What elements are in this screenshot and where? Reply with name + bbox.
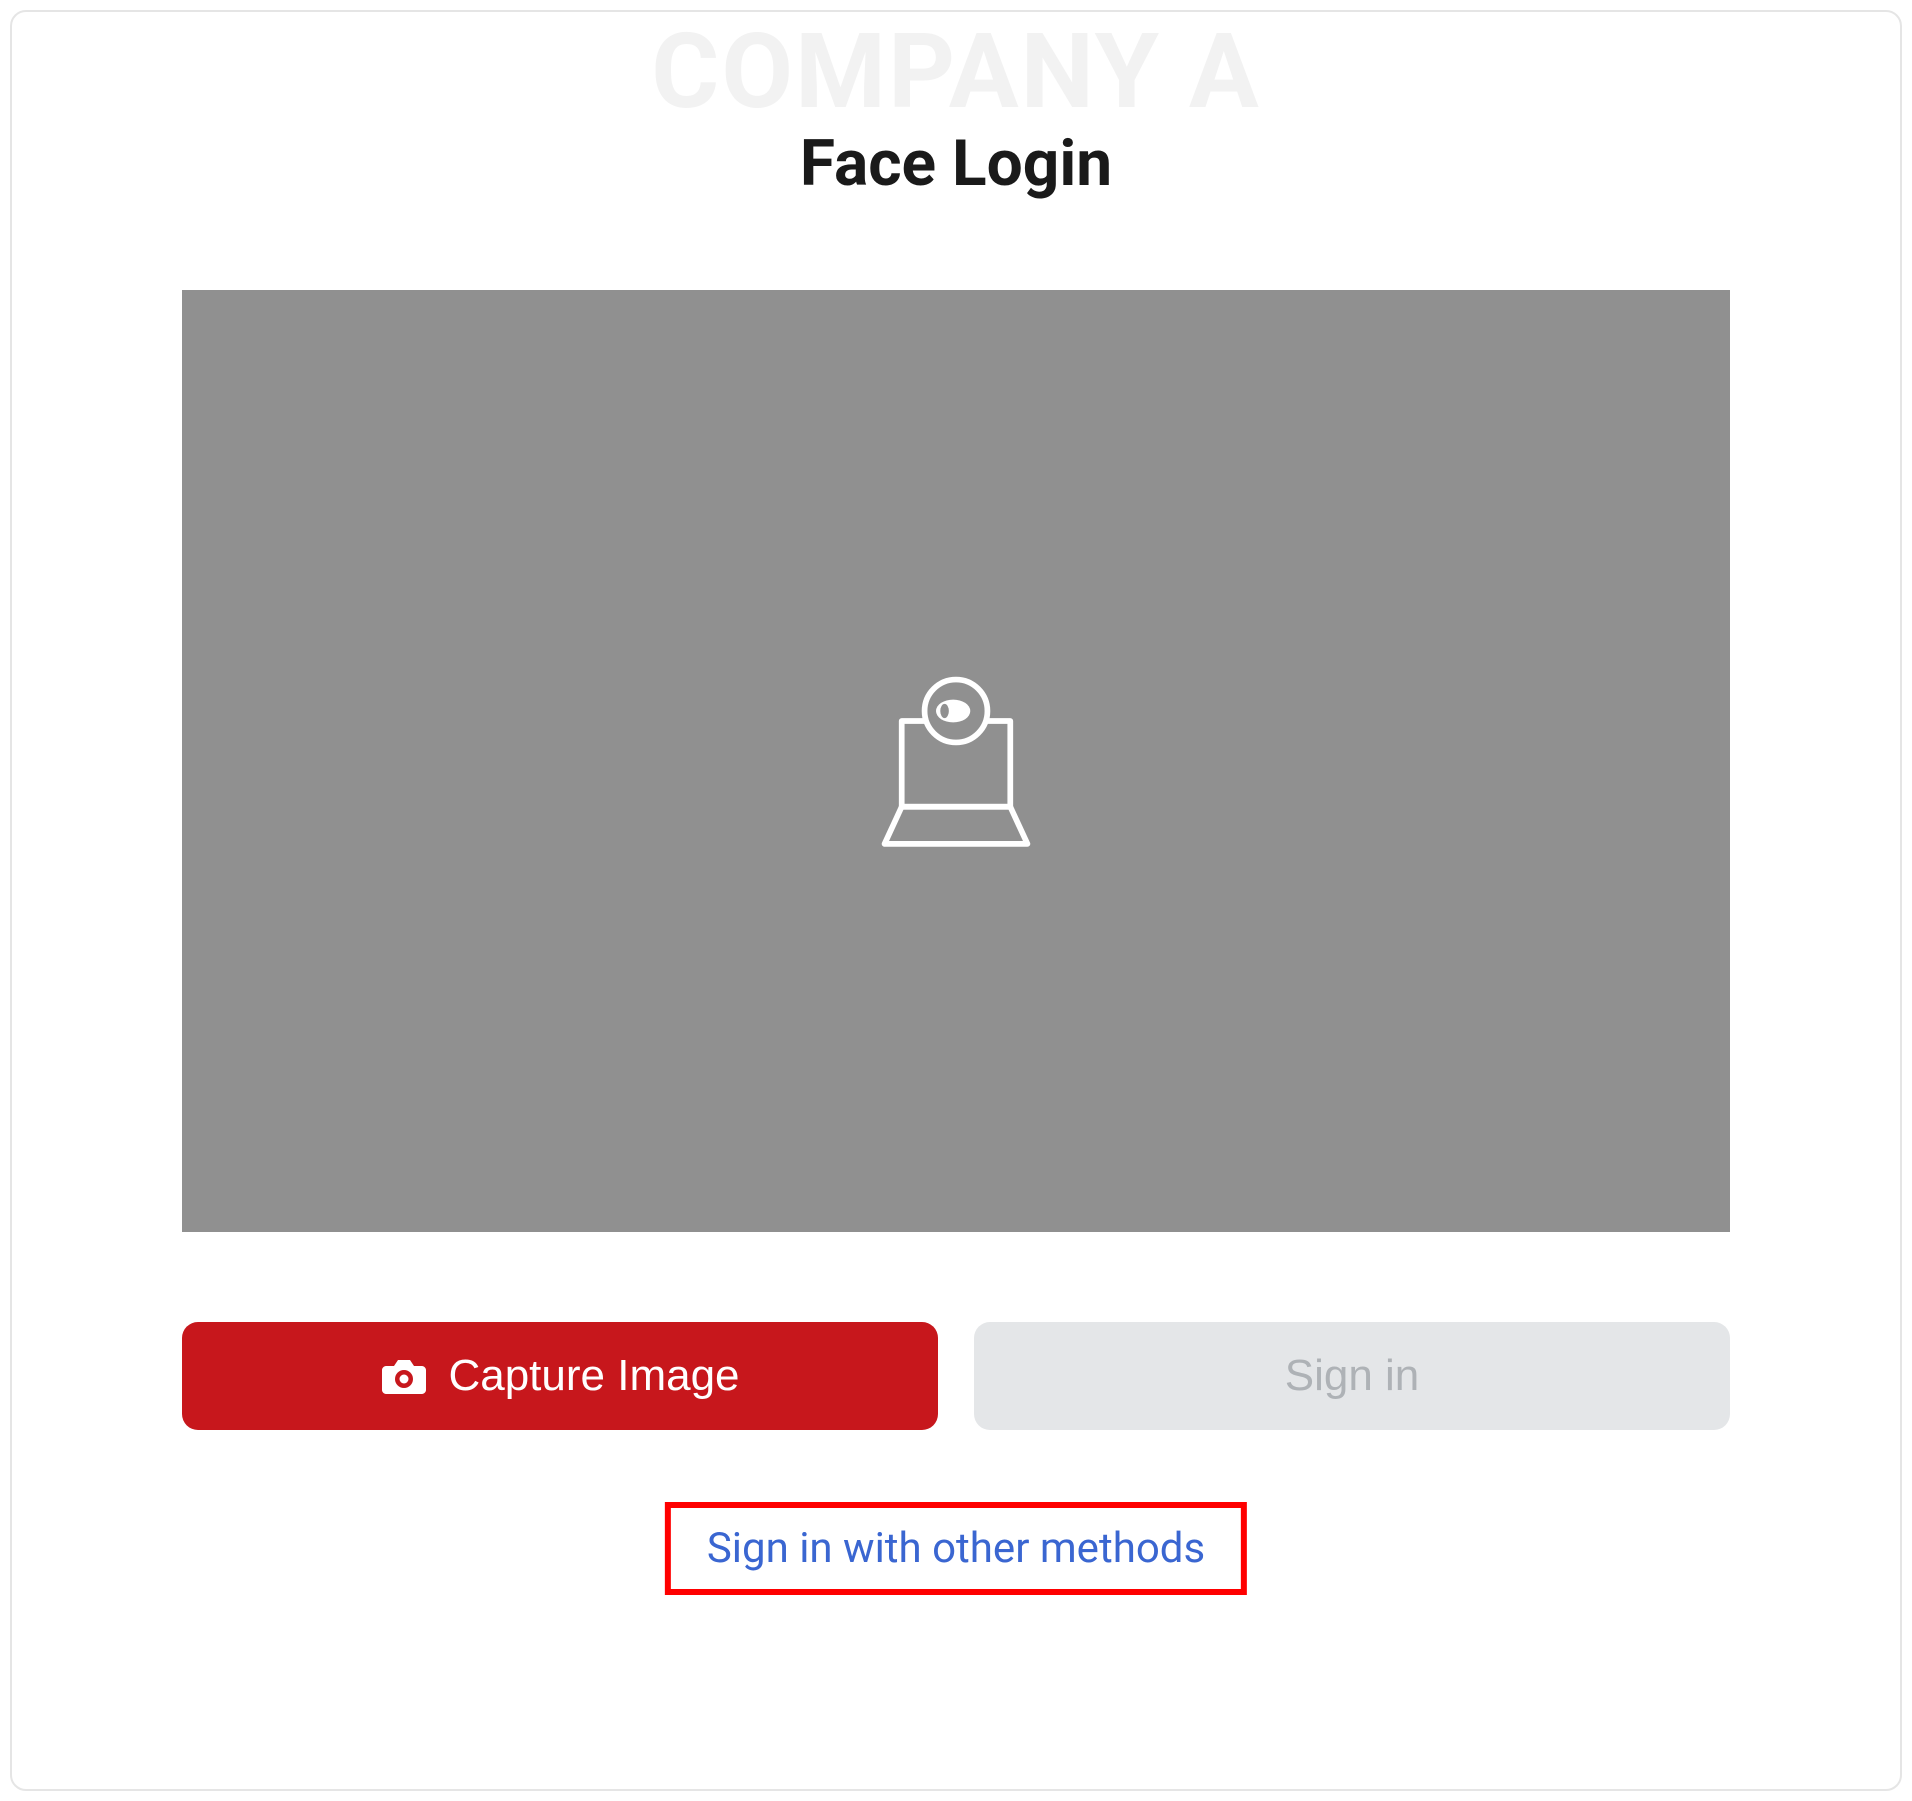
company-name-watermark: COMPANY A xyxy=(651,12,1260,133)
sign-in-button[interactable]: Sign in xyxy=(974,1322,1730,1430)
other-methods-highlight: Sign in with other methods xyxy=(665,1502,1247,1595)
webcam-icon xyxy=(856,661,1056,861)
camera-preview xyxy=(182,290,1730,1232)
login-card: COMPANY A Face Login xyxy=(10,10,1902,1791)
camera-icon xyxy=(380,1356,428,1396)
sign-in-label: Sign in xyxy=(1285,1351,1420,1401)
capture-image-label: Capture Image xyxy=(448,1351,739,1401)
button-row: Capture Image Sign in xyxy=(182,1322,1730,1430)
sign-in-other-methods-link[interactable]: Sign in with other methods xyxy=(707,1524,1205,1573)
page-title: Face Login xyxy=(800,126,1112,201)
other-methods-row: Sign in with other methods xyxy=(665,1502,1247,1595)
capture-image-button[interactable]: Capture Image xyxy=(182,1322,938,1430)
